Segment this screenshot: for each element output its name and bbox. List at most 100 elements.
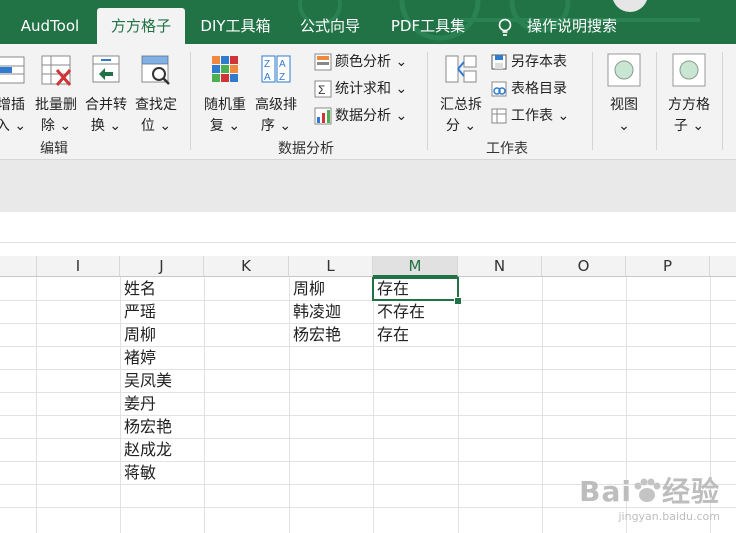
gridline — [0, 392, 736, 393]
lightbulb-icon — [498, 18, 512, 36]
find-locate-label-1: 查找定 — [135, 97, 177, 113]
worksheet-button[interactable]: 工作表 ⌄ — [490, 104, 569, 128]
color-analysis-icon — [314, 53, 332, 71]
column-header-l[interactable]: L — [289, 256, 373, 277]
cell-m[interactable]: 存在 — [374, 324, 409, 346]
save-sheet-label: 另存本表 — [511, 54, 567, 70]
group-separator — [656, 52, 657, 150]
column-header-p[interactable]: P — [626, 256, 710, 277]
formula-bar[interactable] — [0, 212, 736, 243]
random-repeat-label-2: 复 ⌄ — [209, 118, 241, 134]
view-button[interactable]: 视图 ⌄ — [600, 52, 648, 137]
gridline — [36, 277, 37, 533]
data-analysis-button[interactable]: 数据分析 ⌄ — [314, 104, 407, 128]
view-label-1: 视图 — [610, 97, 638, 113]
stat-sum-icon: Σ — [314, 80, 332, 98]
ribbon-collapsed-area — [0, 160, 736, 212]
cell-j[interactable]: 姜丹 — [121, 393, 156, 415]
stat-sum-button[interactable]: Σ 统计求和 ⌄ — [314, 77, 407, 101]
batch-delete-icon — [41, 55, 72, 86]
ribbon-tab-bar: AudTool 方方格子 DIY工具箱 公式向导 PDF工具集 操作说明搜索 — [0, 0, 736, 44]
view-label-2: ⌄ — [618, 118, 630, 134]
baidu-jingyan-watermark: Bai 经验 jingyan.baidu.com — [579, 470, 720, 523]
color-analysis-button[interactable]: 颜色分析 ⌄ — [314, 50, 407, 74]
paw-icon — [634, 478, 661, 502]
fangfang-label-2: 子 ⌄ — [673, 118, 705, 134]
svg-text:Z: Z — [279, 72, 285, 83]
gridline — [0, 300, 736, 301]
table-directory-label: 表格目录 — [511, 81, 567, 97]
cell-j[interactable]: 蒋敏 — [121, 462, 156, 484]
random-repeat-button[interactable]: 随机重 复 ⌄ — [200, 52, 250, 137]
cell-j-header[interactable]: 姓名 — [121, 278, 156, 300]
cell-j[interactable]: 赵成龙 — [121, 439, 172, 461]
cell-j[interactable]: 周柳 — [121, 324, 156, 346]
fangfang-label-1: 方方格 — [668, 97, 710, 113]
group-separator — [427, 52, 428, 150]
merge-convert-button[interactable]: 合并转 换 ⌄ — [83, 52, 129, 137]
fangfang-icon — [672, 53, 706, 87]
column-header-m[interactable]: M — [373, 256, 458, 277]
group-separator — [592, 52, 593, 150]
column-header-n[interactable]: N — [458, 256, 542, 277]
random-repeat-icon — [212, 56, 238, 82]
group-separator — [722, 52, 723, 150]
tab-pdf-tools[interactable]: PDF工具集 — [382, 8, 474, 44]
column-header-i[interactable]: I — [37, 256, 120, 277]
cell-j[interactable]: 杨宏艳 — [121, 416, 172, 438]
tab-diy-toolbox[interactable]: DIY工具箱 — [193, 8, 278, 44]
group-separator — [190, 52, 191, 150]
table-directory-button[interactable]: 表格目录 — [490, 77, 567, 101]
find-locate-label-2: 位 ⌄ — [140, 118, 172, 134]
gridline — [0, 323, 736, 324]
cell-l[interactable]: 周柳 — [290, 278, 325, 300]
sheet-group-label: 工作表 — [486, 141, 528, 157]
color-analysis-label: 颜色分析 ⌄ — [335, 54, 408, 70]
summary-split-label-1: 汇总拆 — [440, 97, 482, 113]
svg-text:A: A — [264, 72, 271, 83]
watermark-url: jingyan.baidu.com — [618, 510, 720, 523]
batch-delete-button[interactable]: 批量删 除 ⌄ — [33, 52, 79, 137]
fill-handle[interactable] — [454, 297, 462, 305]
summary-split-icon — [445, 55, 477, 83]
save-copy-icon — [491, 54, 507, 70]
tab-formula-wizard[interactable]: 公式向导 — [290, 8, 370, 44]
cell-j[interactable]: 吴凤美 — [121, 370, 172, 392]
ribbon: 增插 入 ⌄ 批量删 除 ⌄ 合并转 换 ⌄ 查找定 位 ⌄ 编辑 随机重 复 … — [0, 44, 736, 160]
column-header-o[interactable]: O — [542, 256, 626, 277]
insert-label-2: 入 ⌄ — [0, 118, 27, 134]
gridline — [0, 461, 736, 462]
gridline — [458, 277, 459, 533]
tab-fangfang[interactable]: 方方格子 — [97, 8, 185, 44]
worksheet-label: 工作表 ⌄ — [511, 108, 570, 124]
insert-button[interactable]: 增插 入 ⌄ — [0, 52, 34, 137]
data-group-label: 数据分析 — [278, 141, 334, 157]
worksheet-icon — [491, 108, 507, 124]
gridline — [542, 277, 543, 533]
cell-l[interactable]: 杨宏艳 — [290, 324, 341, 346]
gridline — [204, 277, 205, 533]
cell-j[interactable]: 严瑶 — [121, 301, 156, 323]
edit-group-label: 编辑 — [40, 141, 68, 157]
summary-split-button[interactable]: 汇总拆 分 ⌄ — [436, 52, 486, 137]
cell-l[interactable]: 韩凌迦 — [290, 301, 341, 323]
column-header-q[interactable] — [710, 256, 736, 277]
cell-j[interactable]: 褚婷 — [121, 347, 156, 369]
batch-delete-label-1: 批量删 — [35, 97, 77, 113]
cell-m[interactable]: 不存在 — [374, 301, 425, 323]
advanced-sort-label-2: 序 ⌄ — [260, 118, 292, 134]
directory-link-icon — [491, 81, 507, 97]
column-header-k[interactable]: K — [204, 256, 289, 277]
advanced-sort-button[interactable]: Z A A Z 高级排 序 ⌄ — [251, 52, 301, 137]
tell-me-search[interactable]: 操作说明搜索 — [522, 8, 622, 44]
data-analysis-icon — [314, 107, 332, 125]
insert-label-1: 增插 — [0, 97, 25, 113]
fangfang-button[interactable]: 方方格 子 ⌄ — [664, 52, 714, 137]
summary-split-label-2: 分 ⌄ — [445, 118, 477, 134]
column-header-blank — [0, 256, 37, 277]
find-locate-button[interactable]: 查找定 位 ⌄ — [133, 52, 179, 137]
save-sheet-button[interactable]: 另存本表 — [490, 50, 567, 74]
stat-sum-label: 统计求和 ⌄ — [335, 81, 408, 97]
tab-audtool[interactable]: AudTool — [10, 8, 90, 44]
column-header-j[interactable]: J — [120, 256, 204, 277]
